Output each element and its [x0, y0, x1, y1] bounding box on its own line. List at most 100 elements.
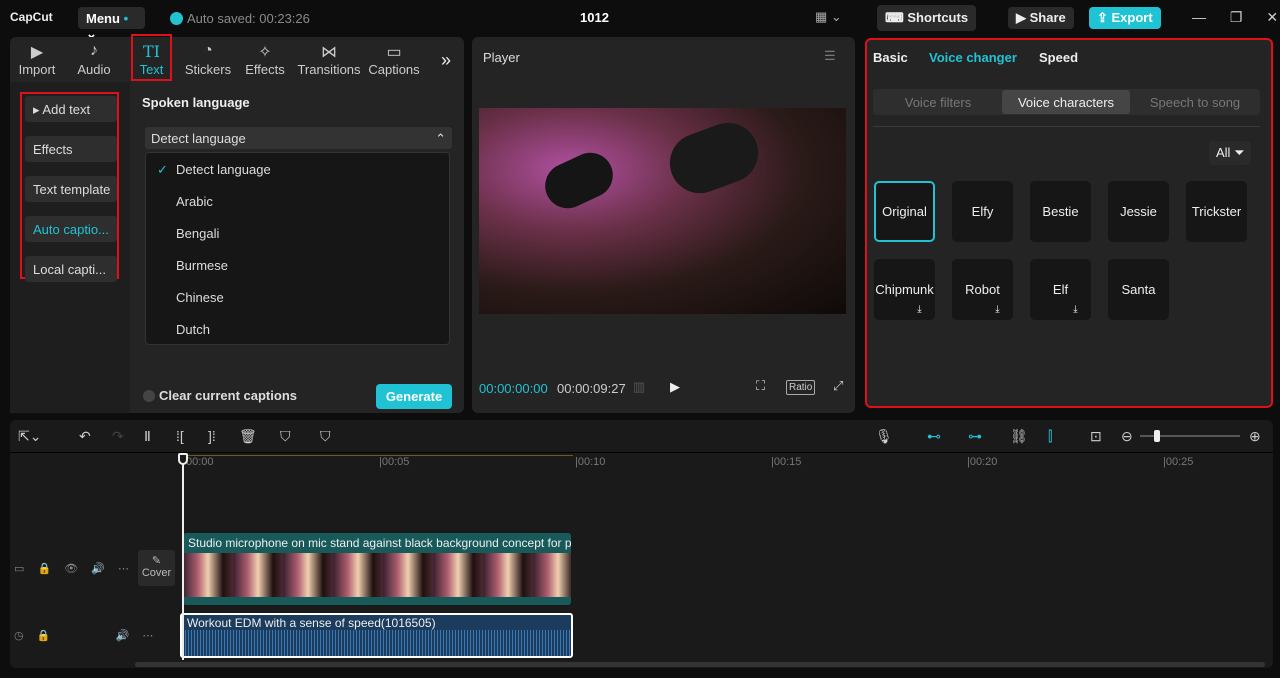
zoom-out-icon[interactable]: ⊖	[1121, 428, 1133, 445]
video-preview	[479, 108, 846, 314]
delete-icon[interactable]: 🗑	[239, 428, 257, 445]
generate-button[interactable]: Generate	[376, 384, 452, 409]
video-clip[interactable]: Studio microphone on mic stand against b…	[183, 533, 571, 605]
clear-captions-checkbox[interactable]: Clear current captions	[143, 388, 297, 403]
tab-label: Captions	[368, 62, 420, 77]
magnet-icon[interactable]: ⊷	[927, 428, 941, 445]
zoom-in-icon[interactable]: ⊕	[1249, 428, 1261, 445]
segment-speech-to-song[interactable]: Speech to song	[1131, 90, 1259, 114]
total-time: 00:00:09:27	[557, 381, 626, 396]
tab-voice-changer[interactable]: Voice changer	[929, 50, 1017, 65]
sidebar-item-add-text[interactable]: ▸ Add text	[25, 96, 117, 122]
select-tool-icon[interactable]: ⇱⌄	[18, 428, 41, 445]
tab-audio[interactable]: ♪ Audio	[66, 42, 122, 77]
tab-transitions[interactable]: ⋈ Transitions	[297, 42, 361, 77]
voice-bestie[interactable]: Bestie	[1030, 181, 1091, 242]
window-controls[interactable]: — ❐ ✕	[1192, 9, 1278, 26]
shortcuts-button[interactable]: ⌨ Shortcuts	[877, 5, 977, 31]
language-option[interactable]: Chinese	[176, 290, 224, 305]
voice-robot[interactable]: Robot ⤓	[952, 259, 1013, 320]
segment-voice-filters[interactable]: Voice filters	[874, 90, 1002, 114]
language-option[interactable]: Dutch	[176, 322, 210, 337]
video-track-controls[interactable]: ▭ 🔒 👁 🔊 ⋯	[14, 562, 129, 575]
export-label: Export	[1111, 10, 1153, 25]
time-tick: |00:20	[967, 456, 998, 468]
text-icon: TI	[143, 42, 160, 61]
voice-chipmunk[interactable]: Chipmunk ⤓	[874, 259, 935, 320]
sidebar-item-local-captions[interactable]: Local capti...	[25, 256, 117, 282]
language-dropdown: ✓ Detect language Arabic Bengali Burmese…	[145, 152, 450, 345]
fullscreen-preview-icon[interactable]: ⛶	[756, 378, 765, 394]
marker-icon[interactable]: ⛉	[320, 428, 331, 445]
preview-axis-icon[interactable]: ⫿	[1048, 428, 1052, 445]
sidebar-label: Add text	[42, 102, 91, 117]
link-icon[interactable]: ⛓	[1010, 428, 1028, 445]
playhead-handle[interactable]	[178, 453, 188, 465]
voice-elf[interactable]: Elf ⤓	[1030, 259, 1091, 320]
export-button[interactable]: ⇪ Export	[1089, 7, 1161, 29]
timeline-scrollbar[interactable]	[135, 662, 1265, 667]
voice-santa[interactable]: Santa	[1108, 259, 1169, 320]
layout-icon[interactable]: ▦ ⌄	[815, 9, 842, 25]
work-area-bar	[183, 455, 573, 456]
voice-trickster[interactable]: Trickster	[1186, 181, 1247, 242]
video-thumbnails	[183, 553, 571, 597]
tab-import[interactable]: ▶ Import	[9, 42, 65, 77]
split-icon[interactable]: Ⅱ	[144, 428, 151, 445]
sidebar-item-effects[interactable]: Effects	[25, 136, 117, 162]
segment-voice-characters[interactable]: Voice characters	[1002, 90, 1130, 114]
split-right-icon[interactable]: ]⁞	[208, 428, 216, 444]
time-tick: |00:15	[771, 456, 802, 468]
audio-icon: ♪	[90, 42, 98, 59]
voice-label: Robot	[965, 282, 1000, 297]
microphone-icon[interactable]: 🎙	[875, 428, 893, 445]
tab-label: Text	[139, 62, 164, 77]
tab-captions[interactable]: ▭ Captions	[366, 42, 422, 77]
language-option[interactable]: Detect language	[176, 162, 271, 177]
expand-icon[interactable]: ⤢	[833, 378, 843, 394]
split-left-icon[interactable]: ⁞[	[176, 428, 184, 444]
play-icon[interactable]: ▶	[670, 379, 680, 395]
share-label: Share	[1029, 10, 1066, 25]
undo-icon[interactable]: ↶	[79, 428, 91, 445]
share-button[interactable]: ▶ Share	[1008, 7, 1074, 29]
filter-all-button[interactable]: All ⏷	[1209, 141, 1252, 165]
app-logo: CapCut	[10, 10, 53, 24]
language-select[interactable]: Detect language ⌃	[145, 127, 452, 149]
filter-icon: ⏷	[1234, 145, 1245, 160]
sidebar-item-auto-captions[interactable]: Auto captio...	[25, 216, 117, 242]
language-option[interactable]: Arabic	[176, 194, 213, 209]
tab-basic[interactable]: Basic	[873, 50, 908, 65]
voice-jessie[interactable]: Jessie	[1108, 181, 1169, 242]
waveform-icon[interactable]: ▥	[633, 379, 645, 395]
language-option[interactable]: Bengali	[176, 226, 219, 241]
zoom-slider-handle[interactable]	[1154, 430, 1160, 442]
zoom-slider[interactable]	[1140, 430, 1240, 442]
tab-text[interactable]: TI Text	[131, 34, 172, 81]
fit-icon[interactable]: ⊡	[1090, 428, 1102, 445]
tab-speed[interactable]: Speed	[1039, 50, 1078, 65]
voice-elfy[interactable]: Elfy	[952, 181, 1013, 242]
tab-stickers[interactable]: ◔ Stickers	[180, 42, 236, 77]
playhead[interactable]	[182, 455, 184, 660]
linkage-icon[interactable]: ⊶	[968, 428, 982, 445]
audio-track-controls[interactable]: ◷ 🔒 🔊 ⋯	[14, 629, 153, 642]
menu-button[interactable]: Menu • ⌄	[78, 7, 145, 41]
tab-effects[interactable]: ✧ Effects	[237, 42, 293, 77]
player-menu-icon[interactable]: ☰	[824, 48, 836, 64]
voice-original[interactable]: Original	[874, 181, 935, 242]
ai-marker-icon[interactable]: ⛉	[280, 428, 291, 445]
voice-label: Elf	[1052, 282, 1069, 297]
language-option[interactable]: Burmese	[176, 258, 228, 273]
divider	[873, 126, 1260, 127]
audio-clip[interactable]: Workout EDM with a sense of speed(101650…	[180, 613, 573, 658]
cover-button[interactable]: ✎ Cover	[138, 550, 175, 586]
sidebar-item-text-template[interactable]: Text template	[25, 176, 117, 202]
download-icon: ⤓	[917, 304, 922, 315]
ratio-button[interactable]: Ratio	[786, 380, 816, 395]
tab-label: Import	[18, 62, 56, 77]
captions-icon: ▭	[386, 44, 402, 61]
redo-icon[interactable]: ↷	[112, 428, 124, 445]
shortcuts-label: Shortcuts	[907, 10, 969, 25]
more-tabs-icon[interactable]: »	[441, 50, 451, 71]
